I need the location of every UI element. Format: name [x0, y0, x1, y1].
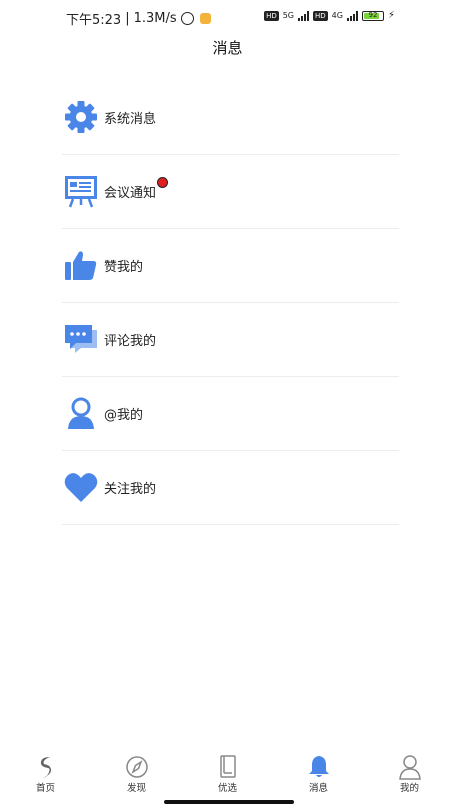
tab-discover[interactable]: 发现	[91, 748, 182, 794]
tab-label: 消息	[308, 783, 328, 794]
list-item-label: 赞我的	[104, 260, 144, 275]
notification-app-icon	[199, 13, 211, 24]
user-icon	[68, 397, 94, 429]
charging-icon: ⚡	[387, 10, 395, 21]
page-title: 消息	[212, 39, 243, 57]
heart-icon	[64, 473, 98, 502]
book-icon	[219, 755, 236, 778]
tab-selected[interactable]: 优选	[182, 748, 273, 794]
list-item-label: 评论我的	[104, 334, 157, 349]
status-speed: 1.3M/s	[133, 11, 177, 26]
network-label-1: 5G	[282, 11, 295, 20]
list-item-mentions[interactable]: @我的	[62, 377, 399, 451]
profile-icon	[398, 755, 421, 780]
tab-profile[interactable]: 我的	[364, 748, 455, 794]
home-logo-icon	[40, 757, 51, 778]
message-list: 系统消息 会议通知 赞我的 评论我的 @我的 关注我的	[62, 81, 399, 525]
tab-label: 发现	[126, 783, 146, 794]
list-item-comments[interactable]: 评论我的	[62, 303, 399, 377]
signal-icon-1	[298, 10, 310, 21]
signal-icon-2	[346, 10, 358, 21]
list-item-followers[interactable]: 关注我的	[62, 451, 399, 525]
home-indicator[interactable]	[164, 800, 294, 804]
compass-icon	[125, 756, 148, 778]
tab-label: 首页	[35, 783, 55, 794]
hd-badge-1: HD	[264, 10, 279, 21]
tab-label: 优选	[217, 783, 237, 794]
tab-label: 我的	[399, 783, 419, 794]
bell-icon	[308, 756, 329, 777]
status-right: HD 5G HD 4G 92 ⚡	[264, 10, 395, 21]
list-item-system[interactable]: 系统消息	[62, 81, 399, 155]
status-bar: 下午5:23 | 1.3M/s HD 5G HD 4G 92 ⚡	[0, 0, 455, 34]
tab-home[interactable]: 首页	[0, 748, 91, 794]
list-item-label: 会议通知	[104, 186, 157, 201]
gear-icon	[65, 101, 97, 133]
hd-badge-2: HD	[313, 10, 328, 21]
bottom-tab-bar: 首页 发现 优选 消息 我的	[0, 748, 455, 794]
alarm-icon	[180, 12, 194, 25]
status-left: 下午5:23 | 1.3M/s	[66, 9, 211, 28]
network-label-2: 4G	[331, 11, 343, 20]
unread-badge	[157, 177, 168, 188]
battery-icon: 92	[361, 10, 384, 21]
list-item-likes[interactable]: 赞我的	[62, 229, 399, 303]
list-item-label: @我的	[104, 408, 144, 423]
list-item-meeting[interactable]: 会议通知	[62, 155, 399, 229]
list-item-label: 关注我的	[104, 482, 157, 497]
thumbs-up-icon	[65, 251, 97, 280]
comment-icon	[65, 325, 97, 353]
list-item-label: 系统消息	[104, 112, 157, 127]
battery-level: 92	[368, 10, 378, 19]
tab-messages[interactable]: 消息	[273, 748, 364, 794]
status-time: 下午5:23	[66, 13, 122, 28]
presentation-icon	[65, 176, 97, 208]
